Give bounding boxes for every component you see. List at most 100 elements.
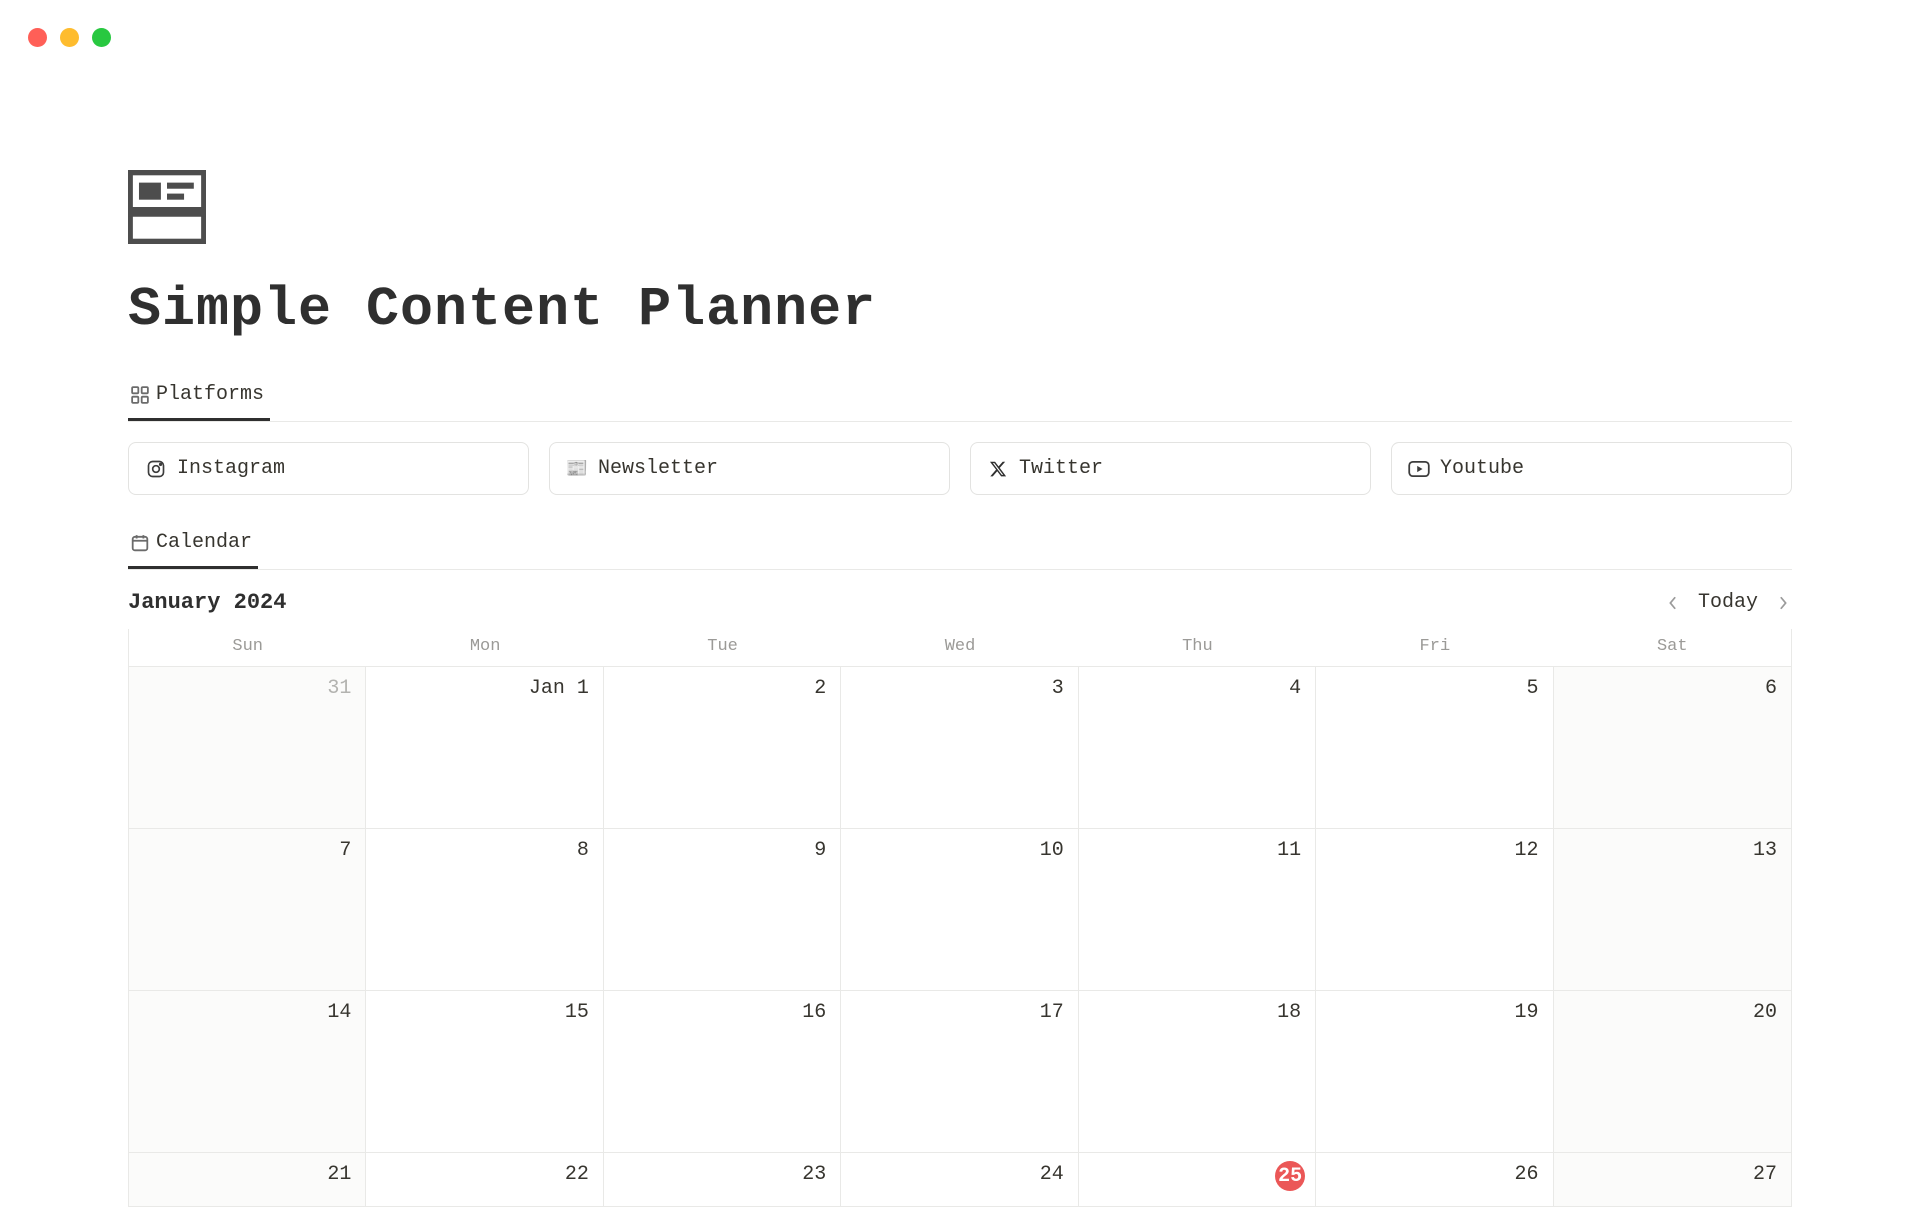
day-number: 8	[577, 839, 589, 862]
calendar-day[interactable]: 7	[129, 828, 366, 990]
tab-platforms[interactable]: Platforms	[128, 375, 270, 421]
dow-label: Sun	[129, 629, 366, 666]
calendar-day[interactable]: 5	[1316, 666, 1553, 828]
tab-calendar[interactable]: Calendar	[128, 523, 258, 569]
platform-cards: Instagram 📰 Newsletter Twitter Youtube	[128, 442, 1792, 495]
day-number: 6	[1765, 677, 1777, 700]
calendar-day[interactable]: Jan 1	[366, 666, 603, 828]
day-number: 26	[1515, 1163, 1539, 1186]
calendar-month-label: January 2024	[128, 590, 286, 615]
day-number: 25	[1275, 1161, 1305, 1191]
calendar-day[interactable]: 14	[129, 990, 366, 1152]
day-number: 7	[339, 839, 351, 862]
gallery-icon	[130, 385, 150, 405]
day-number: 13	[1753, 839, 1777, 862]
calendar-day[interactable]: 23	[604, 1152, 841, 1206]
day-number: 31	[327, 677, 351, 700]
calendar-day[interactable]: 27	[1554, 1152, 1791, 1206]
day-number: 19	[1515, 1001, 1539, 1024]
calendar-day[interactable]: 3	[841, 666, 1078, 828]
day-number: 16	[802, 1001, 826, 1024]
calendar-day[interactable]: 22	[366, 1152, 603, 1206]
calendar-nav: Today	[1664, 591, 1792, 614]
dow-label: Sat	[1554, 629, 1791, 666]
calendar-week: 14 15 16 17 18 19 20	[129, 990, 1791, 1152]
calendar-day[interactable]: 20	[1554, 990, 1791, 1152]
calendar-day[interactable]: 2	[604, 666, 841, 828]
fullscreen-window-button[interactable]	[92, 28, 111, 47]
day-number: 22	[565, 1163, 589, 1186]
day-number: 5	[1527, 677, 1539, 700]
calendar-day[interactable]: 12	[1316, 828, 1553, 990]
calendar-week: 31 Jan 1 2 3 4 5 6	[129, 666, 1791, 828]
calendar-day[interactable]: 17	[841, 990, 1078, 1152]
day-number: 4	[1289, 677, 1301, 700]
calendar-day[interactable]: 19	[1316, 990, 1553, 1152]
calendar-grid: Sun Mon Tue Wed Thu Fri Sat 31Jan 123456…	[128, 629, 1792, 1207]
platform-card-twitter[interactable]: Twitter	[970, 442, 1371, 495]
calendar-day[interactable]: 9	[604, 828, 841, 990]
platform-card-instagram[interactable]: Instagram	[128, 442, 529, 495]
calendar-week: 7 8 9 10 11 12 13	[129, 828, 1791, 990]
day-number: Jan 1	[529, 677, 589, 700]
calendar-icon	[130, 533, 150, 553]
platform-card-newsletter[interactable]: 📰 Newsletter	[549, 442, 950, 495]
today-button[interactable]: Today	[1698, 591, 1758, 614]
calendar-week: 21 22 23 24 25 26 27	[129, 1152, 1791, 1206]
dow-label: Tue	[604, 629, 841, 666]
day-number: 27	[1753, 1163, 1777, 1186]
calendar-day[interactable]: 18	[1079, 990, 1316, 1152]
dow-label: Mon	[366, 629, 603, 666]
platforms-tab-row: Platforms	[128, 375, 1792, 422]
day-number: 10	[1040, 839, 1064, 862]
day-number: 3	[1052, 677, 1064, 700]
calendar-day[interactable]: 31	[129, 666, 366, 828]
calendar-header: January 2024 Today	[128, 590, 1792, 615]
day-of-week-header: Sun Mon Tue Wed Thu Fri Sat	[129, 629, 1791, 666]
calendar-day[interactable]: 10	[841, 828, 1078, 990]
calendar-day[interactable]: 24	[841, 1152, 1078, 1206]
platform-card-label: Newsletter	[598, 457, 718, 480]
calendar-day[interactable]: 16	[604, 990, 841, 1152]
tab-calendar-label: Calendar	[156, 531, 252, 554]
day-number: 21	[327, 1163, 351, 1186]
page-title: Simple Content Planner	[128, 278, 1792, 341]
calendar-day[interactable]: 4	[1079, 666, 1316, 828]
day-number: 24	[1040, 1163, 1064, 1186]
calendar-day[interactable]: 15	[366, 990, 603, 1152]
calendar-day[interactable]: 8	[366, 828, 603, 990]
calendar-day[interactable]: 13	[1554, 828, 1791, 990]
tab-platforms-label: Platforms	[156, 383, 264, 406]
calendar-day[interactable]: 11	[1079, 828, 1316, 990]
calendar-day[interactable]: 21	[129, 1152, 366, 1206]
calendar-day[interactable]: 26	[1316, 1152, 1553, 1206]
platform-card-label: Instagram	[177, 457, 285, 480]
calendar-day[interactable]: 25	[1079, 1152, 1316, 1206]
platform-card-label: Twitter	[1019, 457, 1103, 480]
dow-label: Wed	[841, 629, 1078, 666]
day-number: 15	[565, 1001, 589, 1024]
day-number: 2	[814, 677, 826, 700]
youtube-icon	[1408, 458, 1430, 480]
window-controls	[28, 28, 111, 47]
minimize-window-button[interactable]	[60, 28, 79, 47]
day-number: 23	[802, 1163, 826, 1186]
platform-card-youtube[interactable]: Youtube	[1391, 442, 1792, 495]
next-month-button[interactable]	[1774, 594, 1792, 612]
day-number: 18	[1277, 1001, 1301, 1024]
prev-month-button[interactable]	[1664, 594, 1682, 612]
calendar-day[interactable]: 6	[1554, 666, 1791, 828]
x-icon	[987, 458, 1009, 480]
day-number: 14	[327, 1001, 351, 1024]
calendar-tab-row: Calendar	[128, 523, 1792, 570]
day-number: 9	[814, 839, 826, 862]
newspaper-icon: 📰	[566, 458, 588, 480]
dow-label: Fri	[1316, 629, 1553, 666]
dow-label: Thu	[1079, 629, 1316, 666]
day-number: 12	[1515, 839, 1539, 862]
platform-card-label: Youtube	[1440, 457, 1524, 480]
close-window-button[interactable]	[28, 28, 47, 47]
day-number: 11	[1277, 839, 1301, 862]
instagram-icon	[145, 458, 167, 480]
day-number: 20	[1753, 1001, 1777, 1024]
